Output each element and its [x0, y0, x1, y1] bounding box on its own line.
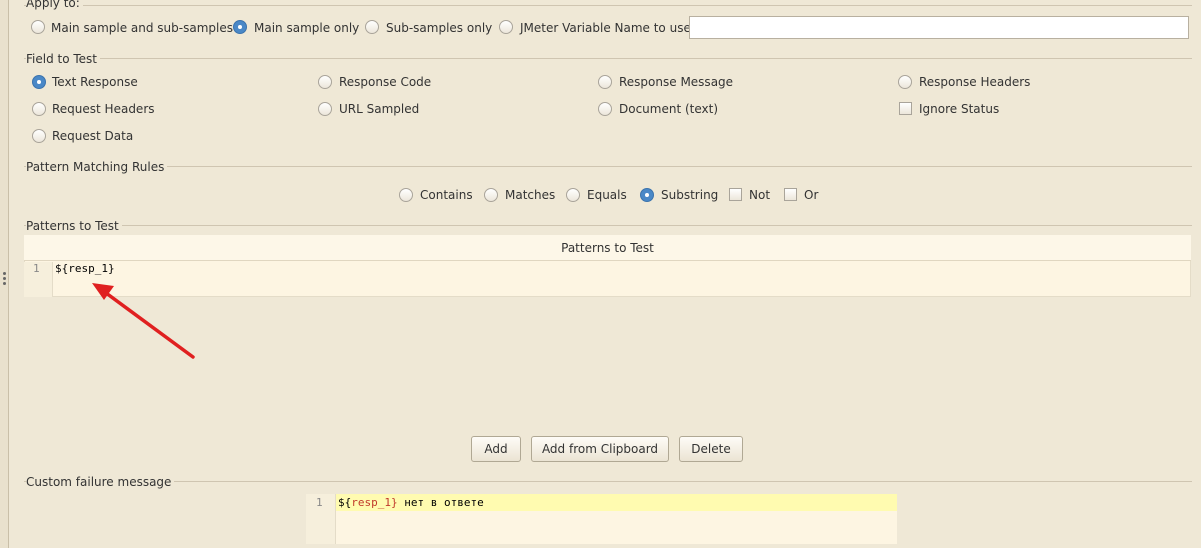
rule-or-label: Or	[804, 188, 819, 202]
pattern-row[interactable]: ${resp_1}	[55, 262, 115, 275]
custom-failure-message-label: Custom failure message	[26, 475, 175, 489]
section-divider	[24, 5, 1192, 6]
apply-main-only-label: Main sample only	[254, 21, 360, 35]
field-response-message-radio[interactable]	[598, 75, 612, 89]
ignore-status-checkbox[interactable]	[899, 102, 912, 115]
field-to-test-label: Field to Test	[26, 52, 101, 66]
var-open: ${	[338, 496, 352, 509]
field-response-code-label: Response Code	[339, 75, 432, 89]
field-response-headers-label: Response Headers	[919, 75, 1031, 89]
apply-sub-only-label: Sub-samples only	[386, 21, 493, 35]
field-text-response-label: Text Response	[52, 75, 138, 89]
rule-matches-radio[interactable]	[484, 188, 498, 202]
grip-dot	[3, 282, 6, 285]
field-text-response-radio[interactable]	[32, 75, 46, 89]
add-button[interactable]: Add	[471, 436, 521, 462]
section-divider	[24, 481, 1192, 482]
failure-message-text[interactable]: ${resp_1} нет в ответе	[338, 496, 484, 509]
line-number: 1	[33, 262, 40, 275]
section-divider	[24, 58, 1192, 59]
rule-not-checkbox[interactable]	[729, 188, 742, 201]
rule-contains-label: Contains	[420, 188, 473, 202]
pattern-matching-rules-label: Pattern Matching Rules	[26, 160, 168, 174]
field-response-code-radio[interactable]	[318, 75, 332, 89]
section-divider	[24, 166, 1192, 167]
field-response-message-label: Response Message	[619, 75, 734, 89]
rule-not-label: Not	[749, 188, 771, 202]
apply-main-and-sub-label: Main sample and sub-samples	[51, 21, 233, 35]
grip-dot	[3, 272, 6, 275]
delete-button[interactable]: Delete	[679, 436, 743, 462]
annotation-arrow-icon	[92, 283, 195, 359]
field-request-headers-label: Request Headers	[52, 102, 155, 116]
rule-equals-radio[interactable]	[566, 188, 580, 202]
rule-equals-label: Equals	[587, 188, 627, 202]
rule-matches-label: Matches	[505, 188, 556, 202]
grip-dot	[3, 277, 6, 280]
section-divider	[24, 225, 1192, 226]
apply-jmeter-variable-radio[interactable]	[499, 20, 513, 34]
add-from-clipboard-button[interactable]: Add from Clipboard	[531, 436, 669, 462]
jmeter-variable-input[interactable]	[689, 16, 1189, 39]
field-document-text-radio[interactable]	[598, 102, 612, 116]
patterns-table-column-header[interactable]: Patterns to Test	[24, 235, 1191, 261]
var-close: }	[391, 496, 398, 509]
field-request-headers-radio[interactable]	[32, 102, 46, 116]
field-response-headers-radio[interactable]	[898, 75, 912, 89]
patterns-to-test-section-label: Patterns to Test	[26, 219, 122, 233]
split-pane-divider[interactable]	[0, 0, 9, 548]
apply-to-label: Apply to:	[26, 0, 83, 10]
apply-main-only-radio[interactable]	[233, 20, 247, 34]
rule-substring-radio[interactable]	[640, 188, 654, 202]
rule-contains-radio[interactable]	[399, 188, 413, 202]
field-document-text-label: Document (text)	[619, 102, 719, 116]
var-name: resp_1	[351, 496, 391, 509]
ignore-status-label: Ignore Status	[919, 102, 1000, 116]
apply-sub-only-radio[interactable]	[365, 20, 379, 34]
message-rest: нет в ответе	[397, 496, 484, 509]
field-request-data-label: Request Data	[52, 129, 134, 143]
field-url-sampled-radio[interactable]	[318, 102, 332, 116]
apply-main-and-sub-radio[interactable]	[31, 20, 45, 34]
field-request-data-radio[interactable]	[32, 129, 46, 143]
field-url-sampled-label: URL Sampled	[339, 102, 420, 116]
apply-jmeter-variable-label: JMeter Variable Name to use	[520, 21, 691, 35]
rule-substring-label: Substring	[661, 188, 719, 202]
rule-or-checkbox[interactable]	[784, 188, 797, 201]
line-number: 1	[316, 496, 323, 509]
